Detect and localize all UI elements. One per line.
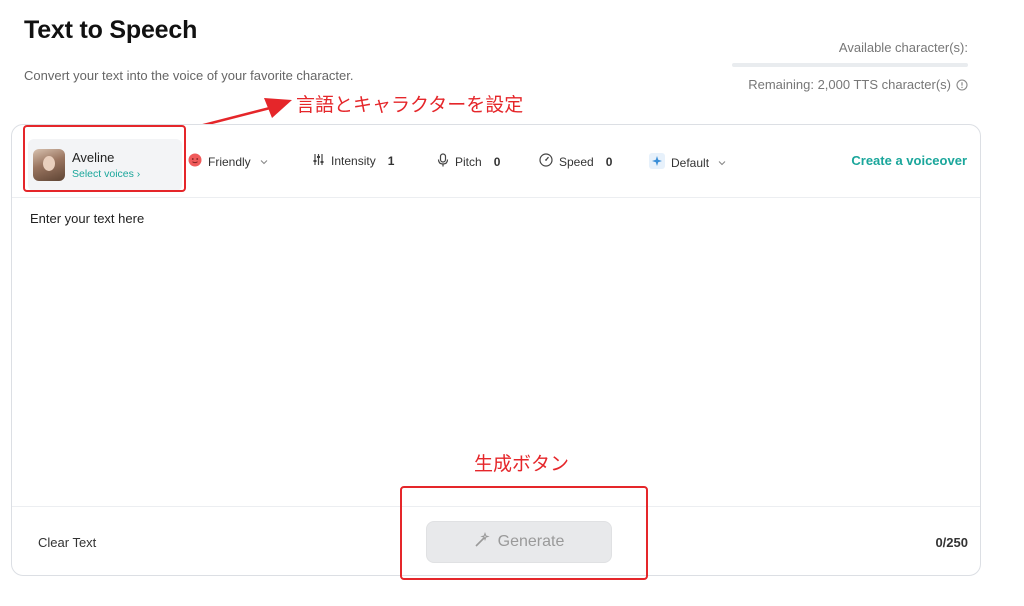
create-voiceover-link[interactable]: Create a voiceover [851, 153, 967, 168]
select-voices-link[interactable]: Select voices › [72, 168, 140, 180]
sparkle-icon [649, 153, 665, 172]
emotion-label: Friendly [208, 154, 251, 169]
quota-remaining: Remaining: 2,000 TTS character(s) [748, 77, 968, 92]
voice-text: Aveline Select voices › [72, 150, 140, 180]
microphone-icon [437, 153, 449, 170]
emotion-dropdown[interactable]: Friendly [188, 153, 269, 170]
speed-value: 0 [605, 154, 613, 169]
pitch-value: 0 [493, 154, 501, 169]
style-dropdown[interactable]: Default [649, 153, 727, 172]
generate-label: Generate [497, 533, 565, 550]
intensity-value: 1 [387, 154, 395, 168]
quota-progress-bar [732, 63, 968, 67]
info-circle-icon[interactable] [956, 78, 968, 91]
quota-remaining-text: Remaining: 2,000 TTS character(s) [748, 77, 951, 92]
page-title: Text to Speech [24, 16, 198, 44]
clear-text-button[interactable]: Clear Text [38, 535, 96, 550]
page-subtitle: Convert your text into the voice of your… [24, 68, 354, 83]
editor-card: Aveline Select voices › Friendly Intensi… [11, 124, 981, 576]
speed-label: Speed [559, 154, 594, 169]
annotation-language-character: 言語とキャラクターを設定 [296, 94, 524, 116]
pitch-control[interactable]: Pitch 0 [437, 153, 500, 170]
toolbar: Aveline Select voices › Friendly Intensi… [12, 125, 980, 198]
generate-button[interactable]: Generate [426, 521, 612, 563]
voice-selector[interactable]: Aveline Select voices › [28, 139, 182, 191]
intensity-label: Intensity [331, 154, 376, 168]
friendly-emoji-icon [188, 153, 202, 170]
character-count: 0/250 [935, 535, 968, 550]
magic-wand-icon [474, 531, 490, 553]
intensity-control[interactable]: Intensity 1 [312, 153, 394, 169]
voice-name: Aveline [72, 150, 115, 165]
chevron-down-icon [259, 157, 269, 167]
speed-control[interactable]: Speed 0 [539, 153, 612, 170]
avatar [33, 149, 65, 181]
annotation-generate-button: 生成ボタン [474, 453, 570, 475]
chevron-down-icon [717, 158, 727, 168]
sliders-icon [312, 153, 325, 169]
style-label: Default [671, 155, 710, 170]
editor-footer: Clear Text Generate 0/250 [12, 506, 980, 576]
gauge-icon [539, 153, 553, 170]
quota-label: Available character(s): [838, 40, 968, 55]
pitch-label: Pitch [455, 154, 482, 169]
